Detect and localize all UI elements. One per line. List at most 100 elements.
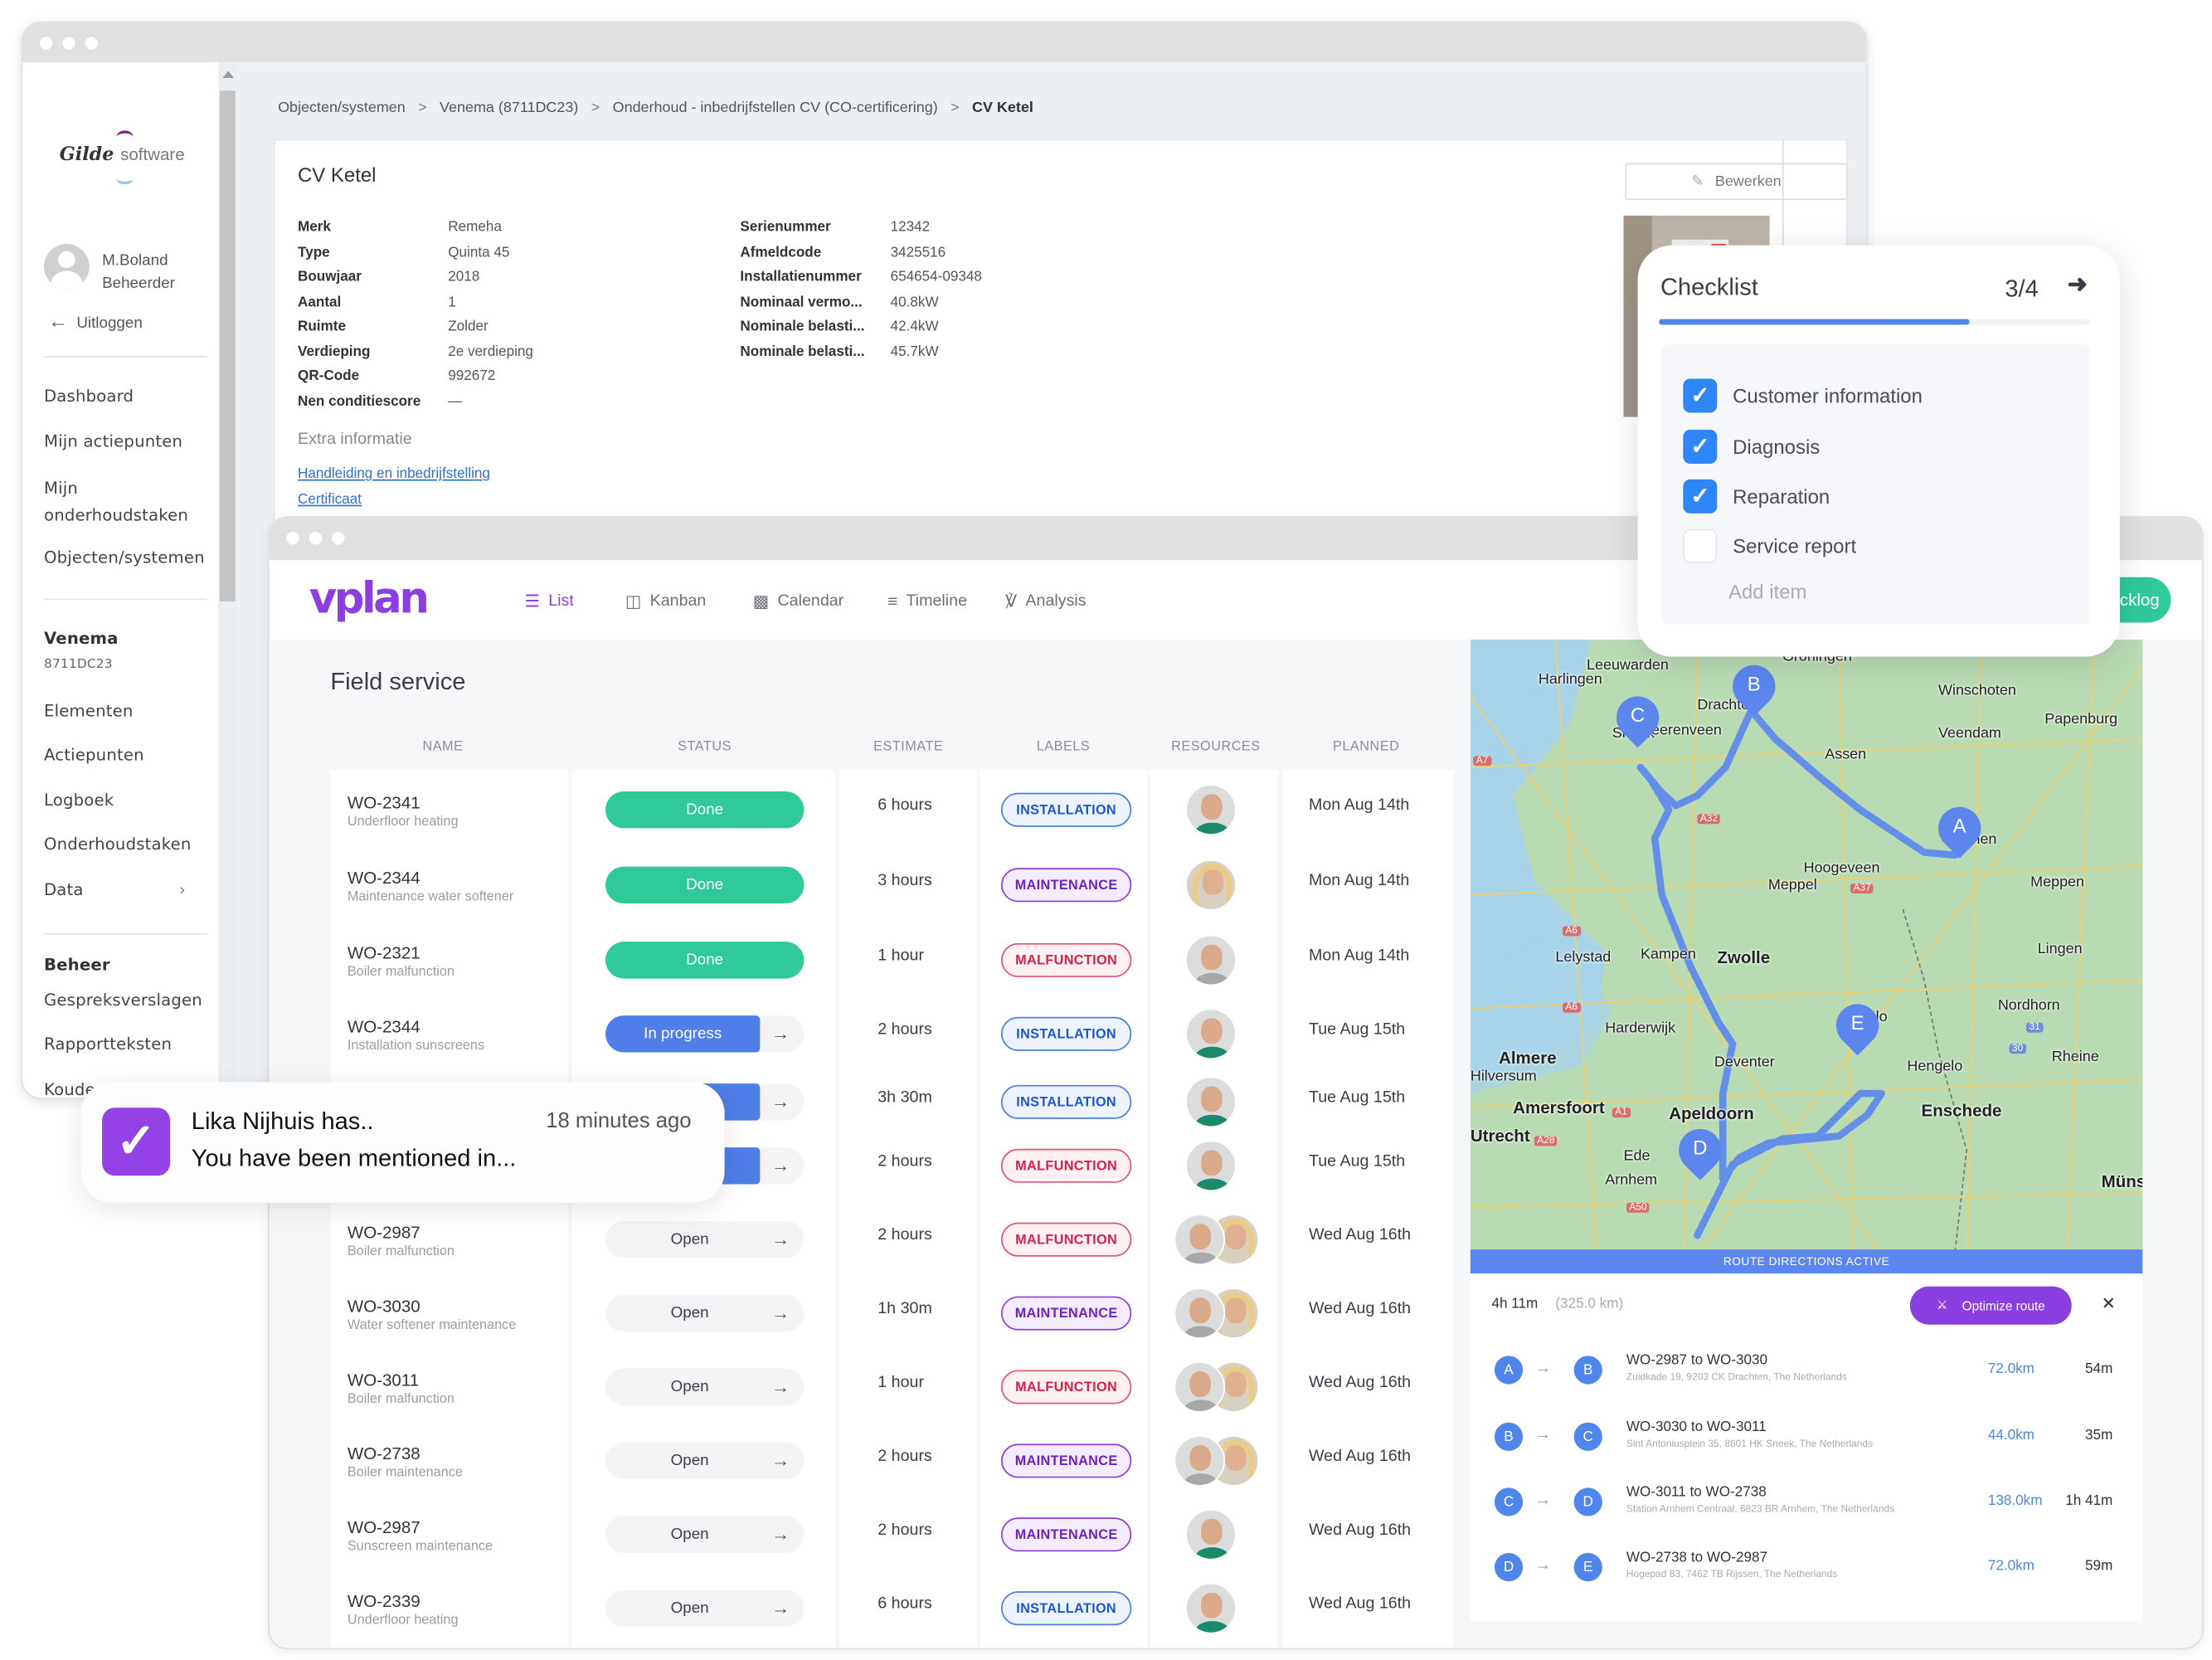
arrow-right-icon[interactable]: → bbox=[771, 1302, 790, 1323]
label-badge[interactable]: INSTALLATION bbox=[1000, 792, 1132, 827]
nav-dashboard[interactable]: Dashboard bbox=[44, 386, 134, 406]
link-handleiding[interactable]: Handleiding en inbedrijfstelling bbox=[298, 466, 490, 482]
table-row[interactable]: WO-3030 Water softener maintenance Open → 1h… bbox=[330, 1273, 1465, 1347]
nav-mijn-onderhoudstaken[interactable]: Mijn onderhoudstaken bbox=[44, 475, 200, 529]
table-row[interactable]: WO-2987 Sunscreen maintenance Open → 2 hours… bbox=[330, 1495, 1465, 1569]
resource-avatar[interactable] bbox=[1174, 1214, 1226, 1265]
column-header-estimate[interactable]: ESTIMATE bbox=[873, 739, 943, 755]
work-order-id[interactable]: WO-3011 bbox=[348, 1370, 419, 1390]
resource-avatar[interactable] bbox=[1185, 784, 1237, 835]
breadcrumb-item[interactable]: Objecten/systemen bbox=[278, 100, 406, 117]
status-button[interactable]: Open → bbox=[605, 1368, 805, 1406]
status-button[interactable]: In progress → bbox=[605, 1015, 805, 1053]
scroll-up-icon[interactable] bbox=[222, 71, 235, 79]
arrow-right-icon[interactable]: → bbox=[771, 1375, 790, 1397]
checklist-item[interactable]: ✓ Customer information bbox=[1683, 378, 1923, 413]
work-order-id[interactable]: WO-3030 bbox=[348, 1297, 421, 1317]
label-badge[interactable]: MALFUNCTION bbox=[1000, 942, 1132, 977]
link-certificaat[interactable]: Certificaat bbox=[298, 492, 362, 508]
status-button[interactable]: Open → bbox=[605, 1294, 805, 1332]
map-marker[interactable]: CC bbox=[1607, 687, 1668, 750]
tab-kanban[interactable]: ◫ Kanban bbox=[625, 591, 706, 611]
add-item-input[interactable]: Add item bbox=[1728, 580, 1806, 602]
resource-avatar[interactable] bbox=[1174, 1361, 1226, 1413]
scrollbar-thumb[interactable] bbox=[219, 90, 236, 601]
tab-calendar[interactable]: ▩ Calendar bbox=[753, 591, 843, 611]
table-row[interactable]: WO-2339 Underfloor heating Open → 6 hours INS… bbox=[330, 1569, 1465, 1643]
status-button[interactable]: Open → bbox=[605, 1220, 805, 1258]
nav-mijn-actiepunten[interactable]: Mijn actiepunten bbox=[44, 431, 182, 451]
status-button[interactable]: Open → bbox=[605, 1589, 805, 1627]
status-button[interactable]: Done bbox=[605, 791, 805, 829]
status-button[interactable]: Open → bbox=[605, 1516, 805, 1554]
resource-avatar[interactable] bbox=[1185, 1140, 1237, 1192]
checkbox[interactable]: ✓ bbox=[1683, 430, 1718, 465]
table-row[interactable]: WO-2321 Boiler malfunction Done 1 hour MALFU… bbox=[330, 921, 1465, 995]
work-order-id[interactable]: WO-2339 bbox=[348, 1591, 421, 1611]
label-badge[interactable]: MALFUNCTION bbox=[1000, 1222, 1132, 1257]
table-row[interactable]: WO-2738 Boiler maintenance Open → 2 hours MAI… bbox=[330, 1421, 1465, 1495]
breadcrumb-item[interactable]: Onderhoud - inbedrijfstellen CV (CO-cert… bbox=[613, 100, 938, 117]
resource-avatar[interactable] bbox=[1174, 1288, 1226, 1339]
arrow-right-icon[interactable]: → bbox=[771, 1229, 790, 1250]
logout-link[interactable]: ← Uitloggen bbox=[48, 309, 143, 332]
work-order-id[interactable]: WO-2344 bbox=[348, 1017, 421, 1037]
tab-timeline[interactable]: ≡ Timeline bbox=[887, 591, 967, 611]
resource-avatar[interactable] bbox=[1185, 934, 1237, 986]
arrow-right-icon[interactable]: ➜ bbox=[2068, 271, 2088, 299]
arrow-right-icon[interactable]: → bbox=[771, 1523, 790, 1545]
edit-button[interactable]: ✎ Bewerken bbox=[1625, 163, 1848, 201]
table-row[interactable]: WO-2341 Underfloor heating Done 6 hours INST… bbox=[330, 770, 1465, 844]
checklist-item[interactable]: ✓ Diagnosis bbox=[1683, 430, 1820, 465]
resource-avatar[interactable] bbox=[1185, 1509, 1237, 1560]
route-leg[interactable]: B → C WO-3030 to WO-3011 Sint Antoniusplein … bbox=[1491, 1414, 2129, 1470]
resource-avatar[interactable] bbox=[1174, 1435, 1226, 1487]
arrow-right-icon[interactable]: → bbox=[771, 1449, 790, 1471]
status-button[interactable]: Done bbox=[605, 942, 805, 979]
nav-rapportteksten[interactable]: Rapportteksten bbox=[44, 1034, 172, 1054]
checkbox[interactable]: ✓ bbox=[1683, 378, 1718, 413]
map-marker[interactable]: BB bbox=[1723, 656, 1785, 719]
label-badge[interactable]: MAINTENANCE bbox=[1000, 868, 1132, 903]
sidebar-scrollbar[interactable] bbox=[218, 62, 239, 1098]
close-icon[interactable]: ✕ bbox=[2102, 1293, 2116, 1313]
column-header-resources[interactable]: RESOURCES bbox=[1171, 739, 1261, 755]
route-leg[interactable]: D → E WO-2738 to WO-2987 Hogepad 83, 7462 TB… bbox=[1491, 1545, 2129, 1601]
column-header-name[interactable]: NAME bbox=[422, 739, 463, 755]
nav-data[interactable]: Data › bbox=[44, 879, 186, 899]
nav-elementen[interactable]: Elementen bbox=[44, 701, 134, 721]
resource-avatar[interactable] bbox=[1185, 859, 1237, 911]
table-row[interactable]: WO-2987 Boiler malfunction Open → 2 hours MAL… bbox=[330, 1200, 1465, 1273]
nav-actiepunten[interactable]: Actiepunten bbox=[44, 745, 144, 765]
table-row[interactable]: WO-2344 Maintenance water softener Done 3 h… bbox=[330, 845, 1465, 919]
work-order-id[interactable]: WO-2987 bbox=[348, 1517, 421, 1537]
arrow-right-icon[interactable]: → bbox=[771, 1091, 790, 1112]
column-header-status[interactable]: STATUS bbox=[678, 739, 732, 755]
status-button[interactable]: Done bbox=[605, 866, 805, 904]
table-row[interactable]: WO-2344 Installation sunscreens In progres… bbox=[330, 994, 1465, 1068]
status-button[interactable]: Open → bbox=[605, 1442, 805, 1480]
nav-gespreksverslagen[interactable]: Gespreksverslagen bbox=[44, 990, 202, 1010]
resource-avatar[interactable] bbox=[1185, 1582, 1237, 1634]
work-order-id[interactable]: WO-2738 bbox=[348, 1443, 421, 1463]
checklist-item[interactable]: Service report bbox=[1683, 528, 1856, 563]
checkbox[interactable]: ✓ bbox=[1683, 479, 1718, 514]
resource-avatar[interactable] bbox=[1185, 1008, 1237, 1060]
work-order-id[interactable]: WO-2341 bbox=[348, 793, 421, 813]
vplan-logo[interactable]: vplan bbox=[309, 574, 430, 624]
label-badge[interactable]: MAINTENANCE bbox=[1000, 1517, 1132, 1552]
label-badge[interactable]: MALFUNCTION bbox=[1000, 1370, 1132, 1404]
nav-onderhoudstaken[interactable]: Onderhoudstaken bbox=[44, 834, 192, 854]
work-order-id[interactable]: WO-2987 bbox=[348, 1223, 421, 1243]
table-row[interactable]: WO-3011 Boiler malfunction Open → 1 hour MALF… bbox=[330, 1347, 1465, 1421]
map-marker[interactable]: EE bbox=[1827, 995, 1888, 1058]
notification-toast[interactable]: ✓ Lika Nijhuis has.. 18 minutes ago You … bbox=[80, 1082, 725, 1203]
checkbox[interactable] bbox=[1683, 528, 1718, 563]
label-badge[interactable]: INSTALLATION bbox=[1000, 1591, 1132, 1626]
label-badge[interactable]: MALFUNCTION bbox=[1000, 1148, 1132, 1183]
label-badge[interactable]: MAINTENANCE bbox=[1000, 1296, 1132, 1331]
arrow-right-icon[interactable]: → bbox=[771, 1597, 790, 1619]
route-leg[interactable]: C → D WO-3011 to WO-2738 Station Arnhem Cent… bbox=[1491, 1479, 2129, 1536]
map-marker[interactable]: DD bbox=[1670, 1120, 1731, 1183]
resource-avatar[interactable] bbox=[1185, 1076, 1237, 1128]
